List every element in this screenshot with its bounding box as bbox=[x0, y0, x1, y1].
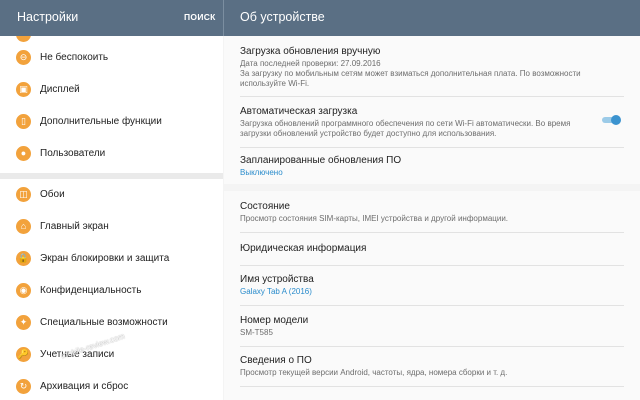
display-icon: ▣ bbox=[16, 82, 31, 97]
auto-download-desc: Загрузка обновлений программного обеспеч… bbox=[240, 119, 571, 138]
divider bbox=[240, 232, 624, 233]
sidebar-item-label: Пользователи bbox=[40, 148, 106, 159]
device-name-value: Galaxy Tab A (2016) bbox=[240, 287, 312, 296]
status-item[interactable]: Состояние Просмотр состояния SIM-карты, … bbox=[240, 201, 624, 224]
detail-title: Об устройстве bbox=[240, 10, 325, 24]
accessibility-icon: ✦ bbox=[16, 315, 31, 330]
model-number-item: Номер модели SM-T585 bbox=[240, 315, 624, 338]
appbar-divider bbox=[223, 0, 224, 36]
legal-info-title: Юридическая информация bbox=[240, 243, 367, 254]
sidebar-item-do-not-disturb[interactable]: ⊖ Не беспокоить bbox=[0, 43, 223, 75]
backup-reset-icon: ↻ bbox=[16, 379, 31, 394]
do-not-disturb-icon: ⊖ bbox=[16, 50, 31, 65]
sidebar-item-label: Дисплей bbox=[40, 84, 80, 95]
privacy-icon: ◉ bbox=[16, 283, 31, 298]
search-button[interactable]: ПОИСК bbox=[184, 12, 216, 22]
model-number-value: SM-T585 bbox=[240, 328, 273, 337]
app-bar: Настройки ПОИСК Об устройстве bbox=[0, 0, 640, 36]
wallpaper-icon: ◫ bbox=[16, 187, 31, 202]
device-info-card: Состояние Просмотр состояния SIM-карты, … bbox=[224, 191, 640, 400]
software-info-item[interactable]: Сведения о ПО Просмотр текущей версии An… bbox=[240, 355, 624, 378]
auto-download-title: Автоматическая загрузка bbox=[240, 106, 358, 117]
lock-screen-icon: 🔒 bbox=[16, 251, 31, 266]
divider bbox=[240, 265, 624, 266]
scheduled-updates-title: Запланированные обновления ПО bbox=[240, 155, 402, 166]
settings-list[interactable]: ⊖ Не беспокоить ▣ Дисплей ▯ Дополнительн… bbox=[0, 36, 223, 400]
auto-download-toggle[interactable] bbox=[602, 115, 621, 125]
manual-update-item[interactable]: Загрузка обновления вручную Дата последн… bbox=[240, 46, 624, 89]
settings-group-1: ⊖ Не беспокоить ▣ Дисплей ▯ Дополнительн… bbox=[0, 42, 223, 173]
status-desc: Просмотр состояния SIM-карты, IMEI устро… bbox=[240, 214, 509, 223]
sidebar-item-backup-reset[interactable]: ↻ Архивация и сброс bbox=[0, 372, 223, 400]
sidebar-item-accounts[interactable]: 🔑 Учетные записи bbox=[0, 340, 223, 372]
sidebar-item-lock-screen[interactable]: 🔒 Экран блокировки и защита bbox=[0, 244, 223, 276]
sidebar-item-label: Архивация и сброс bbox=[40, 381, 129, 392]
sidebar-item-privacy[interactable]: ◉ Конфиденциальность bbox=[0, 276, 223, 308]
divider bbox=[240, 386, 624, 387]
sidebar-item-users[interactable]: ● Пользователи bbox=[0, 139, 223, 171]
manual-update-note: За загрузку по мобильным сетям может взи… bbox=[240, 69, 581, 88]
settings-group-2: ◫ Обои ⌂ Главный экран 🔒 Экран блокировк… bbox=[0, 179, 223, 400]
app-title: Настройки bbox=[17, 10, 79, 24]
device-name-title: Имя устройства bbox=[240, 274, 314, 285]
scheduled-updates-value: Выключено bbox=[240, 168, 283, 177]
device-name-item[interactable]: Имя устройства Galaxy Tab A (2016) bbox=[240, 274, 624, 297]
divider bbox=[240, 305, 624, 306]
software-info-title: Сведения о ПО bbox=[240, 355, 312, 366]
toggle-thumb bbox=[611, 115, 621, 125]
sidebar-item-advanced-features[interactable]: ▯ Дополнительные функции bbox=[0, 107, 223, 139]
sidebar-item-label: Специальные возможности bbox=[40, 317, 168, 328]
sidebar-item-display[interactable]: ▣ Дисплей bbox=[0, 75, 223, 107]
accounts-icon: 🔑 bbox=[16, 347, 31, 362]
divider bbox=[240, 346, 624, 347]
sidebar-item-label: Экран блокировки и защита bbox=[40, 253, 170, 264]
model-number-title: Номер модели bbox=[240, 315, 309, 326]
last-check-date: Дата последней проверки: 27.09.2016 bbox=[240, 59, 381, 68]
software-info-desc: Просмотр текущей версии Android, частоты… bbox=[240, 368, 508, 377]
home-screen-icon: ⌂ bbox=[16, 219, 31, 234]
divider bbox=[240, 147, 624, 148]
about-device-panel[interactable]: Загрузка обновления вручную Дата последн… bbox=[224, 36, 640, 400]
users-icon: ● bbox=[16, 146, 31, 161]
legal-info-item[interactable]: Юридическая информация bbox=[240, 243, 624, 254]
sidebar-item-label: Дополнительные функции bbox=[40, 116, 162, 127]
sidebar-item-label: Не беспокоить bbox=[40, 52, 109, 63]
scheduled-updates-item[interactable]: Запланированные обновления ПО Выключено bbox=[240, 155, 624, 178]
sidebar-item-label: Конфиденциальность bbox=[40, 285, 142, 296]
sidebar-item-wallpaper[interactable]: ◫ Обои bbox=[0, 180, 223, 212]
divider bbox=[240, 96, 624, 97]
auto-download-item[interactable]: Автоматическая загрузка Загрузка обновле… bbox=[240, 106, 590, 139]
advanced-features-icon: ▯ bbox=[16, 114, 31, 129]
manual-update-title: Загрузка обновления вручную bbox=[240, 46, 381, 57]
sidebar-item-home-screen[interactable]: ⌂ Главный экран bbox=[0, 212, 223, 244]
sidebar-item-label: Обои bbox=[40, 189, 65, 200]
sidebar-item-label: Главный экран bbox=[40, 221, 109, 232]
status-title: Состояние bbox=[240, 201, 290, 212]
software-update-card: Загрузка обновления вручную Дата последн… bbox=[224, 36, 640, 184]
